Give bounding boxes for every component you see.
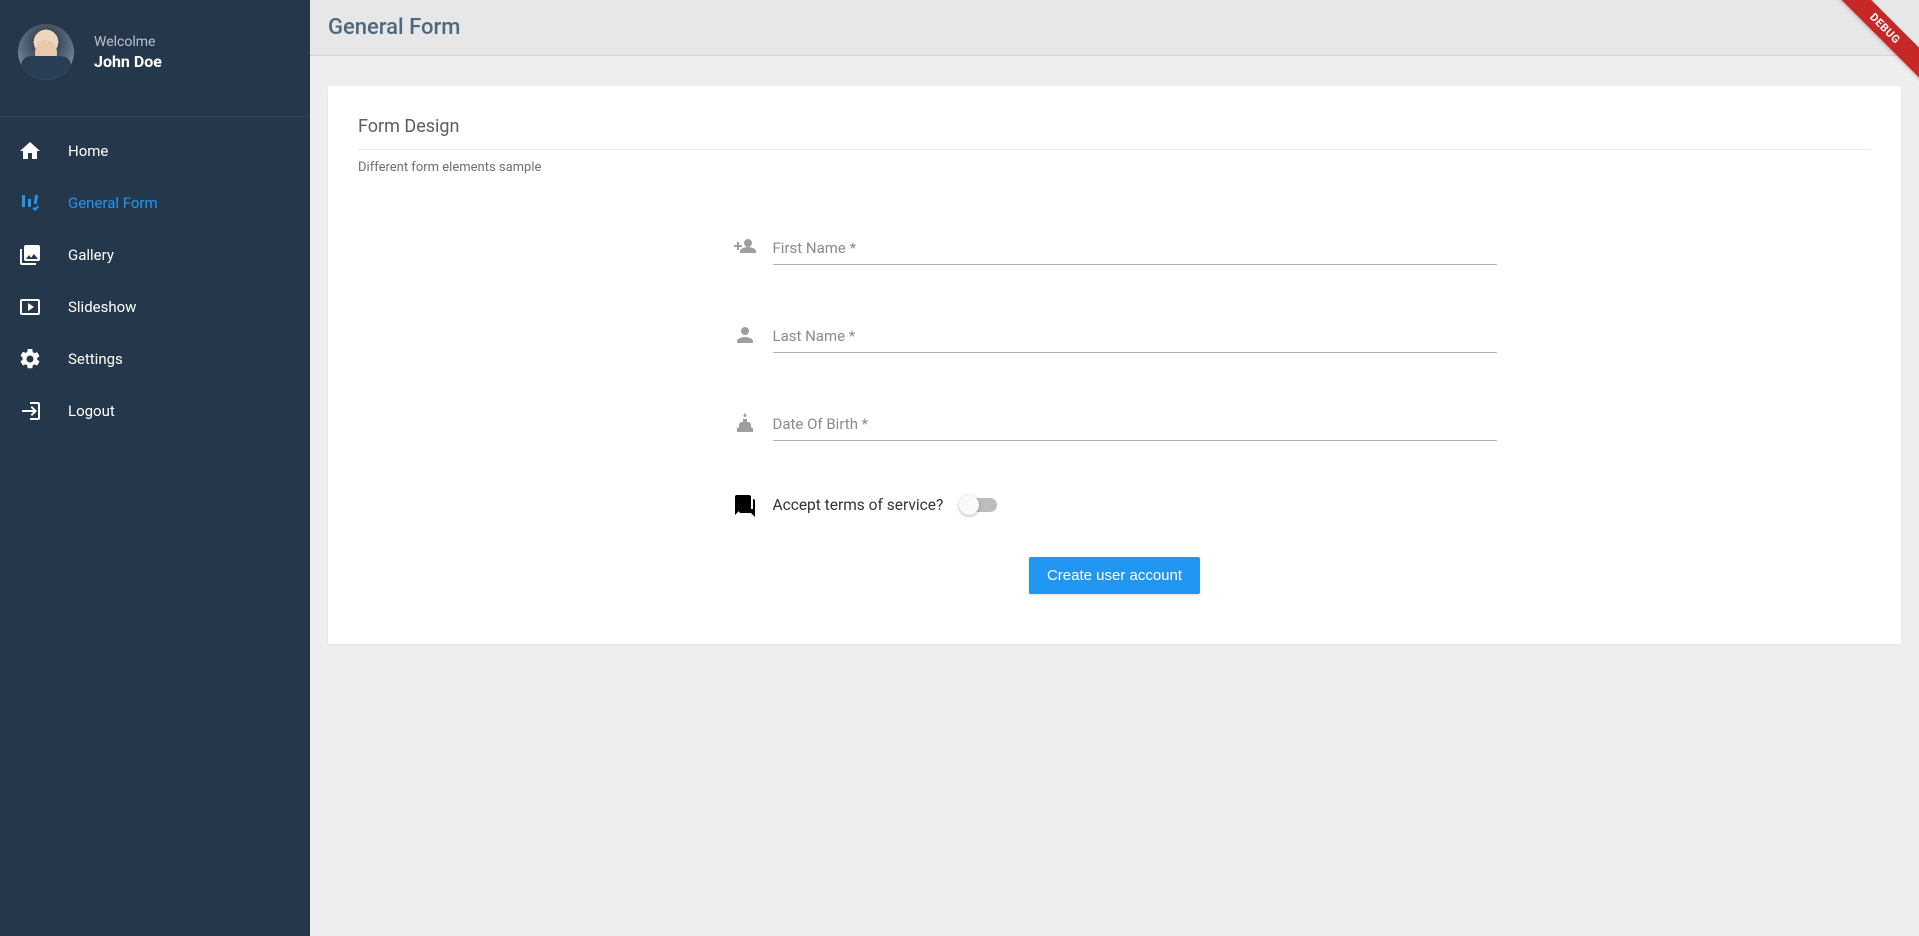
sidebar-item-settings[interactable]: Settings bbox=[0, 333, 310, 385]
home-icon bbox=[18, 139, 42, 163]
card-subtitle: Different form elements sample bbox=[358, 150, 1871, 175]
sidebar-item-gallery[interactable]: Gallery bbox=[0, 229, 310, 281]
nav-list: Home General Form Gallery Slid bbox=[0, 117, 310, 445]
sidebar-item-general-form[interactable]: General Form bbox=[0, 177, 310, 229]
card-title: Form Design bbox=[358, 116, 1871, 150]
image-icon bbox=[18, 243, 42, 267]
cake-icon bbox=[733, 411, 757, 435]
field-dob: Date Of Birth * bbox=[733, 405, 1497, 441]
terms-toggle[interactable] bbox=[961, 498, 997, 512]
sidebar-item-home[interactable]: Home bbox=[0, 125, 310, 177]
sidebar: Welcolme John Doe Home General Form bbox=[0, 0, 310, 936]
welcome-text: Welcolme bbox=[94, 34, 162, 50]
last-name-input[interactable] bbox=[773, 317, 1497, 353]
sidebar-item-slideshow[interactable]: Slideshow bbox=[0, 281, 310, 333]
form-card: Form Design Different form elements samp… bbox=[328, 86, 1901, 644]
chat-icon bbox=[733, 493, 757, 517]
sidebar-item-label: Logout bbox=[68, 402, 115, 420]
terms-label: Accept terms of service? bbox=[773, 496, 944, 514]
profile: Welcolme John Doe bbox=[0, 0, 310, 117]
play-box-icon bbox=[18, 295, 42, 319]
sidebar-item-label: Slideshow bbox=[68, 298, 136, 316]
sidebar-item-label: General Form bbox=[68, 194, 158, 212]
gear-icon bbox=[18, 347, 42, 371]
terms-toggle-thumb bbox=[959, 495, 979, 515]
field-last-name: Last Name * bbox=[733, 317, 1497, 353]
sidebar-item-label: Settings bbox=[68, 350, 123, 368]
sidebar-item-logout[interactable]: Logout bbox=[0, 385, 310, 437]
content: Form Design Different form elements samp… bbox=[310, 56, 1919, 674]
form: First Name * Last Name * bbox=[725, 229, 1505, 594]
sidebar-item-label: Gallery bbox=[68, 246, 114, 264]
dob-input[interactable] bbox=[773, 405, 1497, 441]
page-title: General Form bbox=[328, 15, 460, 40]
main: General Form Form Design Different form … bbox=[310, 0, 1919, 936]
sidebar-item-label: Home bbox=[68, 142, 108, 160]
logout-icon bbox=[18, 399, 42, 423]
form-icon bbox=[18, 191, 42, 215]
submit-button[interactable]: Create user account bbox=[1029, 557, 1200, 594]
person-icon bbox=[733, 323, 757, 347]
first-name-input[interactable] bbox=[773, 229, 1497, 265]
field-first-name: First Name * bbox=[733, 229, 1497, 265]
username-text: John Doe bbox=[94, 52, 162, 71]
person-add-icon bbox=[733, 235, 757, 259]
field-terms: Accept terms of service? bbox=[733, 493, 1497, 517]
avatar bbox=[18, 24, 74, 80]
header: General Form bbox=[310, 0, 1919, 56]
